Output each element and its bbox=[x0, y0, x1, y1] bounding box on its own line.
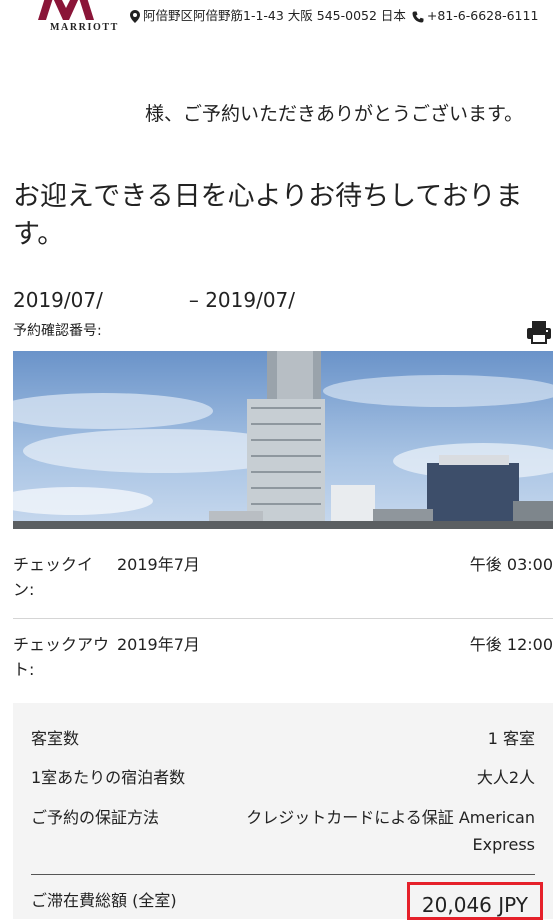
total-value: 20,046 JPY bbox=[421, 893, 528, 917]
greeting: 様、ご予約いただきありがとうございます。 bbox=[13, 100, 543, 128]
checkout-label: チェックアウト: bbox=[13, 635, 110, 679]
guarantee-value: クレジットカードによる保証 American Express bbox=[246, 808, 535, 854]
hotel-photo bbox=[13, 351, 553, 529]
reservation-summary: 客室数 1 客室 1室あたりの宿泊者数 大人2人 ご予約の保証方法 クレジットカ… bbox=[13, 703, 553, 920]
checkout-time: 午後 12:00 bbox=[469, 635, 553, 654]
checkin-time: 午後 03:00 bbox=[469, 555, 553, 574]
hotel-phone[interactable]: +81-6-6628-6111 bbox=[427, 8, 539, 23]
brand-wordmark: MARRIOTT bbox=[50, 22, 119, 33]
map-pin-icon bbox=[130, 10, 140, 23]
phone-icon bbox=[412, 11, 424, 22]
total-highlight: 20,046 JPY bbox=[407, 882, 543, 920]
header: MARRIOTT 阿倍野区阿倍野筋1-1-43 大阪 545-0052 日本 +… bbox=[0, 0, 555, 60]
guests-value: 大人2人 bbox=[476, 768, 535, 787]
checkin-date: 2019年7月 bbox=[117, 555, 200, 574]
confirmation-number-label: 予約確認番号: bbox=[13, 323, 102, 339]
date-from: 2019/07/ bbox=[13, 288, 103, 312]
total-label: ご滞在費総額 (全室) bbox=[31, 891, 177, 910]
marriott-m-icon bbox=[38, 0, 94, 20]
stay-dates: 2019/07/– 2019/07/ bbox=[13, 288, 295, 312]
guests-label: 1室あたりの宿泊者数 bbox=[31, 768, 186, 787]
divider bbox=[13, 618, 553, 619]
hotel-address[interactable]: 阿倍野区阿倍野筋1-1-43 大阪 545-0052 日本 bbox=[143, 8, 406, 23]
checkout-date: 2019年7月 bbox=[117, 635, 200, 654]
greeting-text: 様、ご予約いただきありがとうございます。 bbox=[145, 103, 524, 125]
checkin-label: チェックイン: bbox=[13, 555, 94, 599]
guarantee-label: ご予約の保証方法 bbox=[31, 808, 160, 827]
hotel-contact: 阿倍野区阿倍野筋1-1-43 大阪 545-0052 日本 +81-6-6628… bbox=[130, 6, 545, 26]
date-to: 2019/07/ bbox=[205, 288, 296, 312]
headline: お迎えできる日を心よりお待ちしております。 bbox=[13, 181, 523, 250]
print-icon[interactable] bbox=[526, 319, 552, 345]
date-separator: – bbox=[188, 288, 199, 312]
summary-divider bbox=[31, 874, 535, 875]
marriott-logo[interactable]: MARRIOTT bbox=[16, 0, 119, 40]
rooms-value: 1 客室 bbox=[487, 729, 535, 748]
rooms-label: 客室数 bbox=[31, 729, 80, 748]
